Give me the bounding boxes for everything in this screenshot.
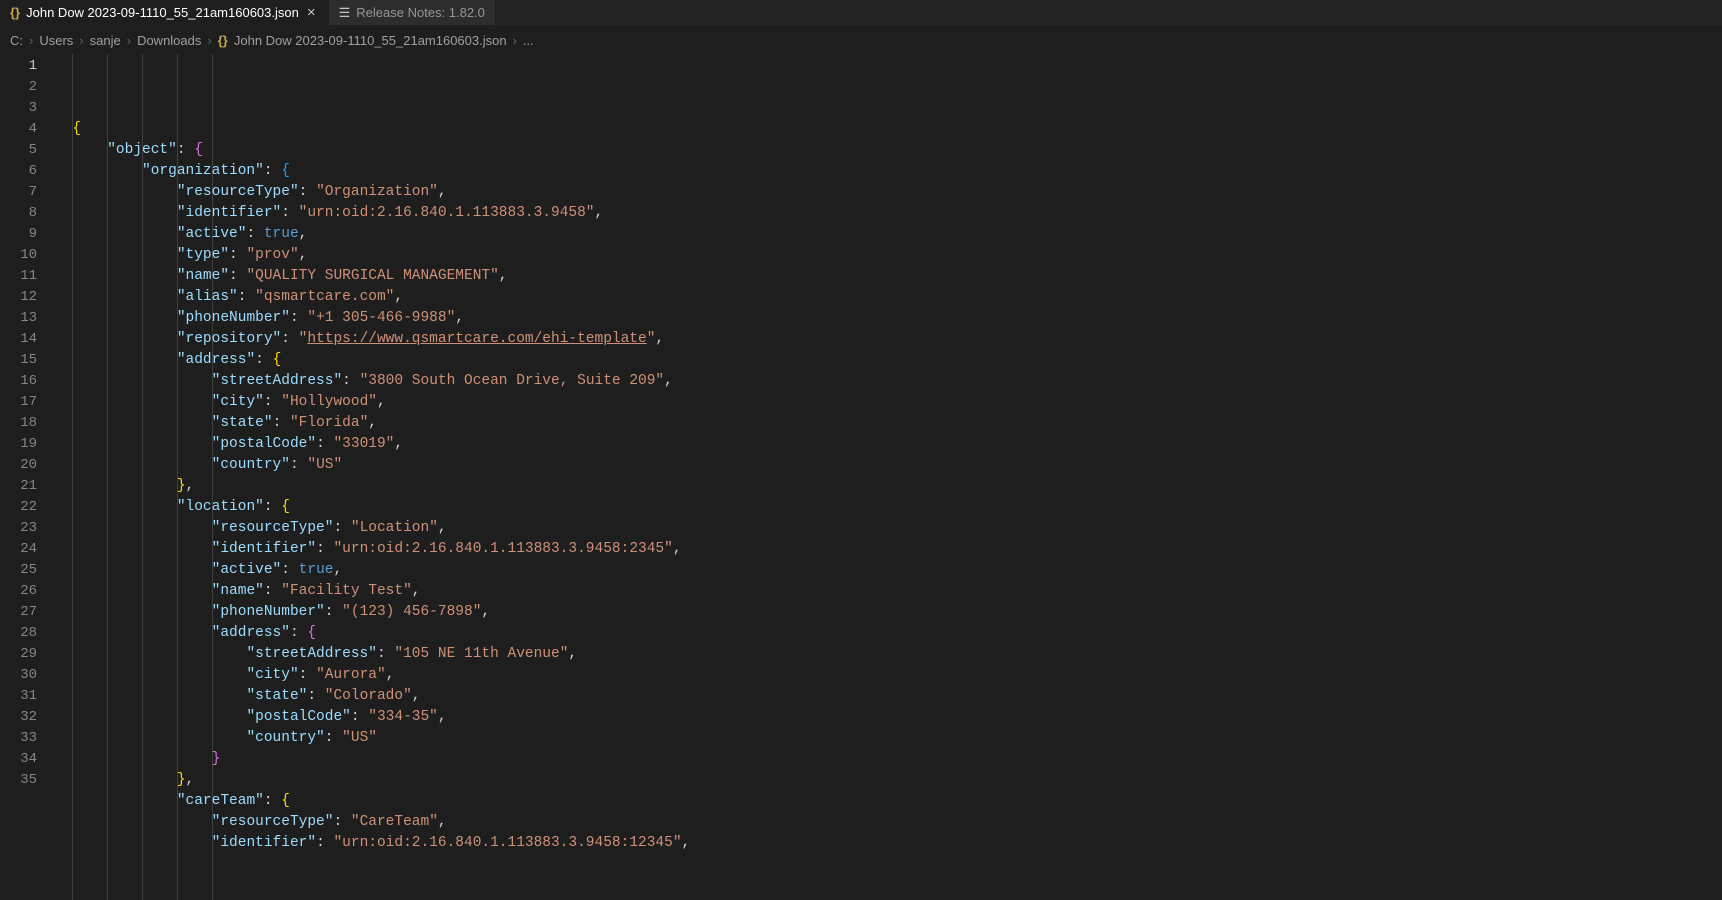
code-line[interactable]: "identifier": "urn:oid:2.16.840.1.113883… bbox=[55, 539, 1722, 560]
tab-1[interactable]: ☰ Release Notes: 1.82.0 bbox=[329, 0, 496, 25]
code-line[interactable]: "object": { bbox=[55, 140, 1722, 161]
code-line[interactable]: "alias": "qsmartcare.com", bbox=[55, 287, 1722, 308]
chevron-right-icon: › bbox=[79, 33, 83, 48]
line-number: 8 bbox=[0, 203, 37, 224]
code-line[interactable]: "address": { bbox=[55, 350, 1722, 371]
code-line[interactable]: } bbox=[55, 749, 1722, 770]
code-line[interactable]: "postalCode": "334-35", bbox=[55, 707, 1722, 728]
line-number: 9 bbox=[0, 224, 37, 245]
line-number: 1 bbox=[0, 56, 37, 77]
line-number: 25 bbox=[0, 560, 37, 581]
code-line[interactable]: "identifier": "urn:oid:2.16.840.1.113883… bbox=[55, 203, 1722, 224]
code-line[interactable]: "name": "Facility Test", bbox=[55, 581, 1722, 602]
line-number: 13 bbox=[0, 308, 37, 329]
line-number: 32 bbox=[0, 707, 37, 728]
line-number: 33 bbox=[0, 728, 37, 749]
code-line[interactable]: "repository": "https://www.qsmartcare.co… bbox=[55, 329, 1722, 350]
line-number: 17 bbox=[0, 392, 37, 413]
breadcrumb-segment[interactable]: Users bbox=[39, 33, 73, 48]
line-number: 4 bbox=[0, 119, 37, 140]
line-number: 31 bbox=[0, 686, 37, 707]
line-number: 30 bbox=[0, 665, 37, 686]
line-number: 14 bbox=[0, 329, 37, 350]
line-number: 24 bbox=[0, 539, 37, 560]
line-number: 6 bbox=[0, 161, 37, 182]
code-line[interactable]: "city": "Hollywood", bbox=[55, 392, 1722, 413]
line-number: 27 bbox=[0, 602, 37, 623]
line-number: 23 bbox=[0, 518, 37, 539]
breadcrumb-segment[interactable]: Downloads bbox=[137, 33, 201, 48]
code-line[interactable]: "careTeam": { bbox=[55, 791, 1722, 812]
chevron-right-icon: › bbox=[207, 33, 211, 48]
line-number: 19 bbox=[0, 434, 37, 455]
code-line[interactable]: "postalCode": "33019", bbox=[55, 434, 1722, 455]
code-line[interactable]: "resourceType": "CareTeam", bbox=[55, 812, 1722, 833]
code-line[interactable]: "state": "Colorado", bbox=[55, 686, 1722, 707]
tab-bar: {} John Dow 2023-09-1110_55_21am160603.js… bbox=[0, 0, 1722, 26]
code-line[interactable]: "identifier": "urn:oid:2.16.840.1.113883… bbox=[55, 833, 1722, 854]
tab-label: John Dow 2023-09-1110_55_21am160603.json bbox=[26, 5, 299, 20]
code-line[interactable]: "resourceType": "Location", bbox=[55, 518, 1722, 539]
breadcrumb-segment[interactable]: sanje bbox=[90, 33, 121, 48]
code-line[interactable]: "streetAddress": "105 NE 11th Avenue", bbox=[55, 644, 1722, 665]
json-file-icon: {} bbox=[218, 33, 228, 48]
editor-area[interactable]: 1234567891011121314151617181920212223242… bbox=[0, 54, 1722, 900]
breadcrumb-file[interactable]: John Dow 2023-09-1110_55_21am160603.json bbox=[234, 33, 507, 48]
line-number: 34 bbox=[0, 749, 37, 770]
code-line[interactable]: }, bbox=[55, 770, 1722, 791]
code-line[interactable]: "country": "US" bbox=[55, 455, 1722, 476]
code-line[interactable]: "name": "QUALITY SURGICAL MANAGEMENT", bbox=[55, 266, 1722, 287]
line-number: 29 bbox=[0, 644, 37, 665]
line-number: 15 bbox=[0, 350, 37, 371]
code-line[interactable]: "active": true, bbox=[55, 224, 1722, 245]
line-number: 16 bbox=[0, 371, 37, 392]
close-icon[interactable]: × bbox=[305, 4, 318, 21]
code-line[interactable]: "type": "prov", bbox=[55, 245, 1722, 266]
code-line[interactable]: "city": "Aurora", bbox=[55, 665, 1722, 686]
line-number: 28 bbox=[0, 623, 37, 644]
preview-icon: ☰ bbox=[339, 5, 351, 21]
chevron-right-icon: › bbox=[127, 33, 131, 48]
code-line[interactable]: "country": "US" bbox=[55, 728, 1722, 749]
code-line[interactable]: { bbox=[55, 119, 1722, 140]
line-number: 11 bbox=[0, 266, 37, 287]
code-line[interactable]: "address": { bbox=[55, 623, 1722, 644]
code-line[interactable]: "phoneNumber": "(123) 456-7898", bbox=[55, 602, 1722, 623]
code-line[interactable]: "streetAddress": "3800 South Ocean Drive… bbox=[55, 371, 1722, 392]
line-number: 18 bbox=[0, 413, 37, 434]
line-number: 3 bbox=[0, 98, 37, 119]
chevron-right-icon: › bbox=[513, 33, 517, 48]
code-line[interactable]: "location": { bbox=[55, 497, 1722, 518]
breadcrumb-segment[interactable]: C: bbox=[10, 33, 23, 48]
line-number: 20 bbox=[0, 455, 37, 476]
line-number: 10 bbox=[0, 245, 37, 266]
line-number: 35 bbox=[0, 770, 37, 791]
code-line[interactable]: "resourceType": "Organization", bbox=[55, 182, 1722, 203]
breadcrumb[interactable]: C: › Users › sanje › Downloads › {} John Dow 2023… bbox=[0, 26, 1722, 54]
line-number: 21 bbox=[0, 476, 37, 497]
code-line[interactable]: "active": true, bbox=[55, 560, 1722, 581]
line-number: 26 bbox=[0, 581, 37, 602]
line-number: 5 bbox=[0, 140, 37, 161]
code-line[interactable]: "phoneNumber": "+1 305-466-9988", bbox=[55, 308, 1722, 329]
code-content[interactable]: { "object": { "organization": { "resourc… bbox=[55, 54, 1722, 900]
line-number: 12 bbox=[0, 287, 37, 308]
code-line[interactable]: }, bbox=[55, 476, 1722, 497]
code-line[interactable]: "state": "Florida", bbox=[55, 413, 1722, 434]
tab-label: Release Notes: 1.82.0 bbox=[356, 5, 485, 20]
chevron-right-icon: › bbox=[29, 33, 33, 48]
json-file-icon: {} bbox=[10, 5, 20, 20]
code-line[interactable]: "organization": { bbox=[55, 161, 1722, 182]
line-number: 22 bbox=[0, 497, 37, 518]
line-number: 2 bbox=[0, 77, 37, 98]
tab-0[interactable]: {} John Dow 2023-09-1110_55_21am160603.js… bbox=[0, 0, 329, 25]
line-number-gutter: 1234567891011121314151617181920212223242… bbox=[0, 54, 55, 900]
line-number: 7 bbox=[0, 182, 37, 203]
breadcrumb-trailing[interactable]: ... bbox=[523, 33, 534, 48]
